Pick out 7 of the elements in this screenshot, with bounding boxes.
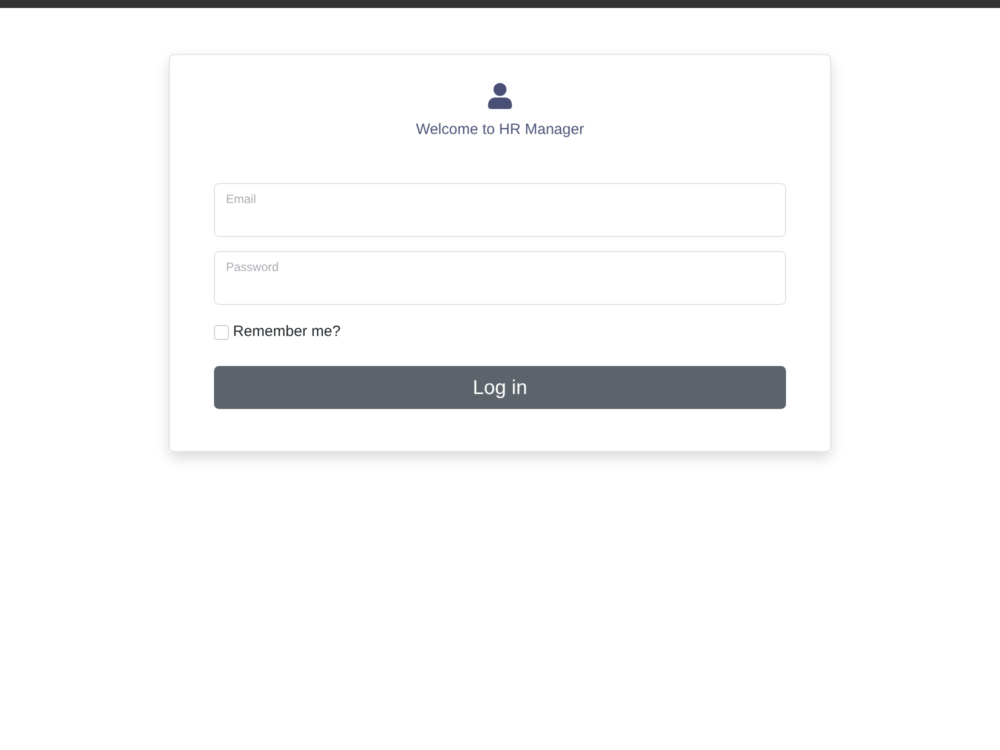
remember-checkbox[interactable] — [214, 324, 229, 340]
email-field[interactable]: Email — [214, 183, 786, 237]
welcome-heading: Welcome to HR Manager — [416, 120, 584, 140]
remember-me-label: Remember me? — [233, 322, 341, 342]
password-field[interactable]: Password — [214, 251, 786, 305]
user-icon — [488, 83, 512, 109]
login-button[interactable]: Log in — [214, 366, 786, 409]
